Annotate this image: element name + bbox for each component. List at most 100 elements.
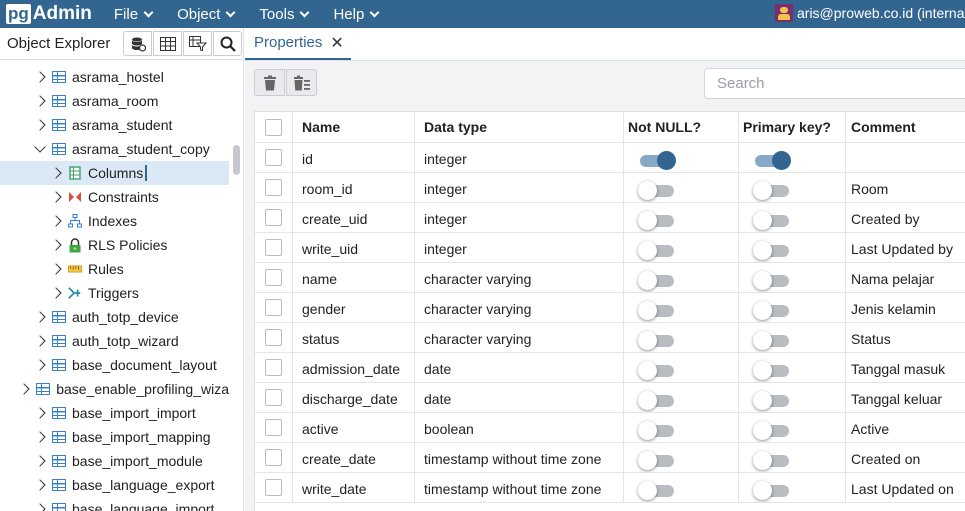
delete-button[interactable] xyxy=(254,69,285,96)
table-row[interactable]: admission_date date Tanggal masuk xyxy=(255,353,965,383)
tree-item-asrama-student-copy[interactable]: asrama_student_copy xyxy=(0,137,229,161)
chevron-right-icon[interactable] xyxy=(50,215,62,227)
tree-item-base-enable-profiling-wizard[interactable]: base_enable_profiling_wiza xyxy=(0,377,229,401)
not-null-toggle[interactable] xyxy=(638,300,676,320)
primary-key-toggle[interactable] xyxy=(753,480,791,500)
row-checkbox[interactable] xyxy=(265,419,282,436)
row-checkbox[interactable] xyxy=(265,209,282,226)
data-type-cell[interactable]: timestamp without time zone xyxy=(415,473,624,502)
menu-file[interactable]: File xyxy=(114,6,154,23)
table-row[interactable]: name character varying Nama pelajar xyxy=(255,263,965,293)
chevron-right-icon[interactable] xyxy=(34,335,46,347)
primary-key-toggle[interactable] xyxy=(753,420,791,440)
table-row[interactable]: create_uid integer Created by xyxy=(255,203,965,233)
primary-key-toggle[interactable] xyxy=(753,330,791,350)
comment-cell[interactable] xyxy=(846,143,965,172)
chevron-right-icon[interactable] xyxy=(34,71,46,83)
table-row[interactable]: gender character varying Jenis kelamin xyxy=(255,293,965,323)
primary-key-toggle[interactable] xyxy=(753,450,791,470)
comment-cell[interactable]: Last Updated on xyxy=(846,473,965,502)
column-name-cell[interactable]: room_id xyxy=(293,173,415,202)
tree-item-base-import-mapping[interactable]: base_import_mapping xyxy=(0,425,229,449)
chevron-right-icon[interactable] xyxy=(34,95,46,107)
column-name-cell[interactable]: gender xyxy=(293,293,415,322)
data-type-cell[interactable]: character varying xyxy=(415,323,624,352)
data-type-cell[interactable]: integer xyxy=(415,143,624,172)
tab-properties[interactable]: Properties ✕ xyxy=(245,27,351,60)
drop-cascade-button[interactable] xyxy=(286,69,317,96)
column-name-cell[interactable]: id xyxy=(293,143,415,172)
table-row[interactable]: write_uid integer Last Updated by xyxy=(255,233,965,263)
tree-item-triggers[interactable]: Triggers xyxy=(0,281,229,305)
comment-cell[interactable]: Last Updated by xyxy=(846,233,965,262)
tree-scrollbar[interactable] xyxy=(233,145,240,175)
not-null-toggle[interactable] xyxy=(638,270,676,290)
chevron-right-icon[interactable] xyxy=(50,167,62,179)
menu-help[interactable]: Help xyxy=(333,6,380,23)
not-null-toggle[interactable] xyxy=(638,420,676,440)
comment-cell[interactable]: Status xyxy=(846,323,965,352)
chevron-right-icon[interactable] xyxy=(34,119,46,131)
row-checkbox[interactable] xyxy=(265,329,282,346)
column-name-cell[interactable]: write_date xyxy=(293,473,415,502)
table-row[interactable]: create_date timestamp without time zone Cr… xyxy=(255,443,965,473)
row-checkbox[interactable] xyxy=(265,149,282,166)
column-name-cell[interactable]: admission_date xyxy=(293,353,415,382)
data-type-cell[interactable]: timestamp without time zone xyxy=(415,443,624,472)
row-checkbox[interactable] xyxy=(265,449,282,466)
tree-item-asrama-room[interactable]: asrama_room xyxy=(0,89,229,113)
chevron-right-icon[interactable] xyxy=(50,191,62,203)
column-name-cell[interactable]: create_date xyxy=(293,443,415,472)
not-null-toggle[interactable] xyxy=(638,480,676,500)
chevron-right-icon[interactable] xyxy=(34,359,46,371)
row-checkbox[interactable] xyxy=(265,269,282,286)
primary-key-toggle[interactable] xyxy=(753,390,791,410)
tree-item-base-language-export[interactable]: base_language_export xyxy=(0,473,229,497)
comment-cell[interactable]: Jenis kelamin xyxy=(846,293,965,322)
data-type-cell[interactable]: date xyxy=(415,383,624,412)
column-name-cell[interactable]: name xyxy=(293,263,415,292)
not-null-toggle[interactable] xyxy=(638,240,676,260)
tree-item-asrama-hostel[interactable]: asrama_hostel xyxy=(0,65,229,89)
chevron-right-icon[interactable] xyxy=(18,383,30,395)
pgadmin-logo[interactable]: pg Admin xyxy=(6,3,92,25)
not-null-toggle[interactable] xyxy=(638,210,676,230)
tree-item-columns[interactable]: Columns xyxy=(0,161,229,185)
close-icon[interactable]: ✕ xyxy=(330,33,343,53)
row-checkbox[interactable] xyxy=(265,359,282,376)
row-checkbox[interactable] xyxy=(265,389,282,406)
primary-key-toggle[interactable] xyxy=(753,240,791,260)
data-type-cell[interactable]: date xyxy=(415,353,624,382)
header-name[interactable]: Name xyxy=(293,112,415,142)
primary-key-toggle[interactable] xyxy=(753,360,791,380)
comment-cell[interactable]: Tanggal keluar xyxy=(846,383,965,412)
row-checkbox[interactable] xyxy=(265,179,282,196)
tree-item-base-import-import[interactable]: base_import_import xyxy=(0,401,229,425)
tree-item-constraints[interactable]: Constraints xyxy=(0,185,229,209)
table-row[interactable]: id integer xyxy=(255,143,965,173)
primary-key-toggle[interactable] xyxy=(753,150,791,170)
tree-item-rules[interactable]: Rules xyxy=(0,257,229,281)
tree-item-auth-totp-wizard[interactable]: auth_totp_wizard xyxy=(0,329,229,353)
header-data-type[interactable]: Data type xyxy=(415,112,624,142)
not-null-toggle[interactable] xyxy=(638,150,676,170)
data-type-cell[interactable]: character varying xyxy=(415,263,624,292)
comment-cell[interactable]: Active xyxy=(846,413,965,442)
column-name-cell[interactable]: active xyxy=(293,413,415,442)
menu-tools[interactable]: Tools xyxy=(259,6,310,23)
primary-key-toggle[interactable] xyxy=(753,270,791,290)
primary-key-toggle[interactable] xyxy=(753,180,791,200)
chevron-right-icon[interactable] xyxy=(34,407,46,419)
comment-cell[interactable]: Tanggal masuk xyxy=(846,353,965,382)
data-type-cell[interactable]: integer xyxy=(415,203,624,232)
search-input[interactable] xyxy=(704,68,965,99)
chevron-right-icon[interactable] xyxy=(34,479,46,491)
chevron-down-icon[interactable] xyxy=(34,141,46,153)
data-type-cell[interactable]: integer xyxy=(415,233,624,262)
table-row[interactable]: write_date timestamp without time zone Las… xyxy=(255,473,965,503)
column-name-cell[interactable]: status xyxy=(293,323,415,352)
not-null-toggle[interactable] xyxy=(638,450,676,470)
not-null-toggle[interactable] xyxy=(638,330,676,350)
not-null-toggle[interactable] xyxy=(638,360,676,380)
column-name-cell[interactable]: write_uid xyxy=(293,233,415,262)
